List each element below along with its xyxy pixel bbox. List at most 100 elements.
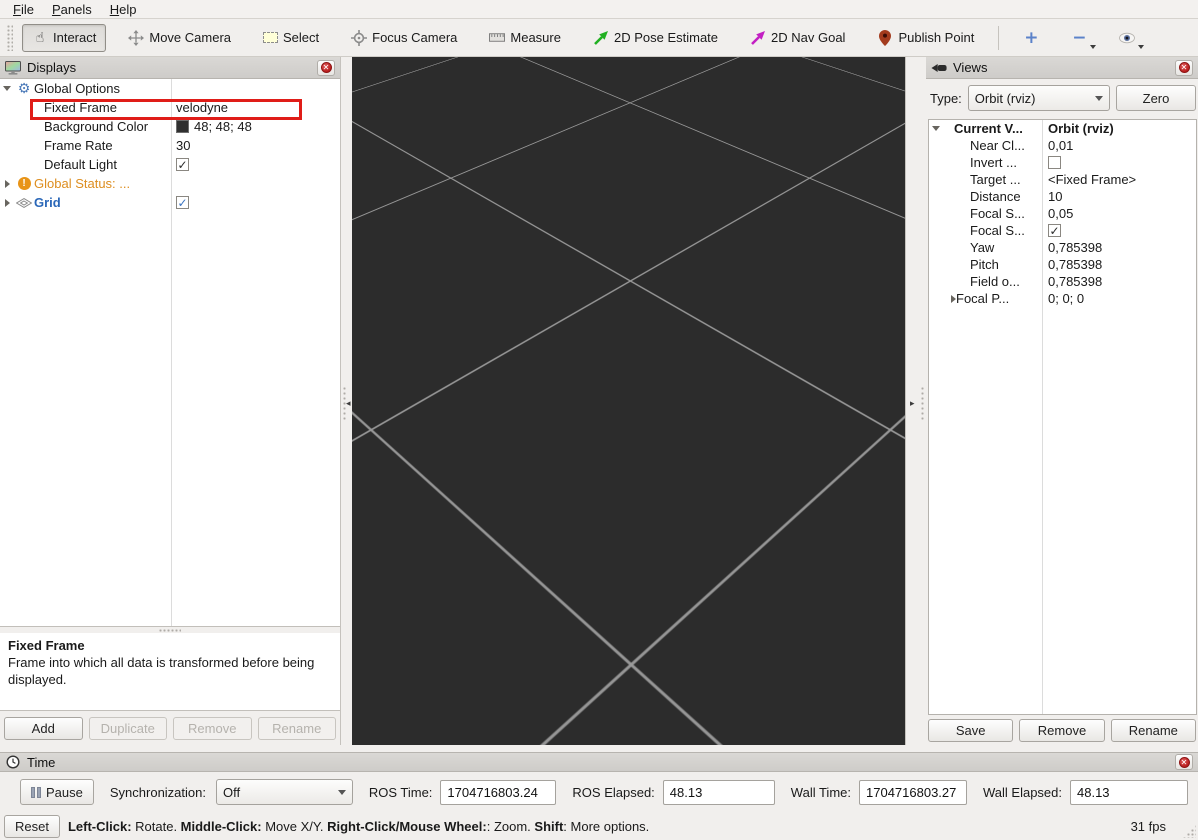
- tree-row-global-status[interactable]: ! Global Status: ...: [0, 174, 340, 193]
- close-icon: ✕: [1179, 757, 1190, 768]
- collapse-left-icon[interactable]: ◂: [346, 398, 351, 409]
- view-row-target-frame[interactable]: Target ... <Fixed Frame>: [929, 171, 1196, 188]
- view-row-current-view[interactable]: Current V... Orbit (rviz): [929, 120, 1196, 137]
- render-viewport[interactable]: [352, 57, 905, 745]
- view-type-dropdown[interactable]: Orbit (rviz): [968, 85, 1110, 111]
- status-bar: Reset Left-Click: Rotate. Middle-Click: …: [0, 812, 1198, 840]
- chevron-down-icon: [1095, 96, 1103, 101]
- view-row-invert-z[interactable]: Invert ... ✓: [929, 154, 1196, 171]
- invert-z-checkbox[interactable]: ✓: [1048, 156, 1061, 169]
- default-light-checkbox[interactable]: ✓: [176, 158, 189, 171]
- menu-file[interactable]: File: [4, 1, 43, 18]
- ros-elapsed-input[interactable]: [663, 780, 775, 805]
- measure-tool-button[interactable]: Measure: [479, 24, 571, 52]
- menu-help[interactable]: Help: [101, 1, 146, 18]
- close-icon: ✕: [1179, 62, 1190, 73]
- tree-row-default-light[interactable]: Default Light ✓: [0, 155, 340, 174]
- plus-icon: +: [1023, 30, 1039, 46]
- close-icon: ✕: [321, 62, 332, 73]
- mouse-help-text: Left-Click: Rotate. Middle-Click: Move X…: [68, 819, 649, 834]
- reset-button[interactable]: Reset: [4, 815, 60, 838]
- focal-shape-checkbox[interactable]: ✓: [1048, 224, 1061, 237]
- fixed-frame-value[interactable]: velodyne: [176, 100, 228, 115]
- grid-plane: [352, 57, 905, 281]
- views-remove-button[interactable]: Remove: [1019, 719, 1104, 742]
- rviz-window: File Panels Help ☝ Interact Move Camera …: [0, 0, 1198, 840]
- ros-elapsed-label: ROS Elapsed:: [572, 785, 654, 800]
- publish-point-tool-button[interactable]: Publish Point: [867, 24, 984, 52]
- duplicate-button[interactable]: Duplicate: [89, 717, 168, 740]
- pose-estimate-tool-button[interactable]: 2D Pose Estimate: [583, 24, 728, 52]
- displays-icon: [5, 60, 21, 76]
- save-button[interactable]: Save: [928, 719, 1013, 742]
- hand-icon: ☝: [32, 30, 48, 46]
- views-close-button[interactable]: ✕: [1175, 60, 1193, 76]
- view-row-focal-shape-size[interactable]: Focal S... 0,05: [929, 205, 1196, 222]
- time-close-button[interactable]: ✕: [1175, 754, 1193, 770]
- remove-button[interactable]: Remove: [173, 717, 252, 740]
- view-type-value: Orbit (rviz): [975, 91, 1036, 106]
- menu-panels[interactable]: Panels: [43, 1, 101, 18]
- collapse-right-icon[interactable]: ▸: [910, 398, 915, 409]
- left-splitter[interactable]: ◂: [341, 57, 352, 745]
- views-panel: Views ✕ Type: Orbit (rviz) Zero Current …: [926, 57, 1198, 745]
- add-tool-button[interactable]: +: [1013, 24, 1049, 52]
- tree-row-global-options[interactable]: ⚙ Global Options: [0, 79, 340, 98]
- warning-icon: !: [18, 177, 31, 190]
- collapse-arrow-icon[interactable]: [5, 199, 10, 207]
- rename-button[interactable]: Rename: [258, 717, 337, 740]
- tree-row-frame-rate[interactable]: Frame Rate 30: [0, 136, 340, 155]
- view-row-field-of-view[interactable]: Field o... 0,785398: [929, 273, 1196, 290]
- select-icon: [263, 32, 278, 43]
- view-row-near-clip[interactable]: Near Cl... 0,01: [929, 137, 1196, 154]
- expand-arrow-icon[interactable]: [3, 86, 11, 91]
- add-button[interactable]: Add: [4, 717, 83, 740]
- chevron-down-icon: [338, 790, 346, 795]
- minus-icon: −: [1071, 30, 1087, 46]
- color-swatch[interactable]: [176, 120, 189, 133]
- view-row-distance[interactable]: Distance 10: [929, 188, 1196, 205]
- pause-icon: [31, 787, 41, 798]
- right-splitter[interactable]: ▸: [905, 57, 926, 745]
- view-row-pitch[interactable]: Pitch 0,785398: [929, 256, 1196, 273]
- collapse-arrow-icon[interactable]: [5, 180, 10, 188]
- pose-estimate-label: 2D Pose Estimate: [614, 30, 718, 45]
- grid-checkbox[interactable]: ✓: [176, 196, 189, 209]
- displays-close-button[interactable]: ✕: [317, 60, 335, 76]
- view-row-yaw[interactable]: Yaw 0,785398: [929, 239, 1196, 256]
- interact-label: Interact: [53, 30, 96, 45]
- tool-visibility-button[interactable]: [1109, 24, 1145, 52]
- wall-elapsed-input[interactable]: [1070, 780, 1188, 805]
- tree-row-background-color[interactable]: Background Color 48; 48; 48: [0, 117, 340, 136]
- wall-time-input[interactable]: [859, 780, 967, 805]
- main-area: Displays ✕ ⚙ Global Options Fixed Frame …: [0, 57, 1198, 745]
- green-arrow-icon: [593, 30, 609, 46]
- focus-camera-icon: [351, 30, 367, 46]
- sync-dropdown[interactable]: Off: [216, 779, 353, 805]
- move-camera-tool-button[interactable]: Move Camera: [118, 24, 241, 52]
- wall-time-label: Wall Time:: [791, 785, 851, 800]
- tree-row-fixed-frame[interactable]: Fixed Frame velodyne: [0, 98, 340, 117]
- tree-row-grid[interactable]: Grid ✓: [0, 193, 340, 212]
- map-pin-icon: [877, 30, 893, 46]
- focus-camera-label: Focus Camera: [372, 30, 457, 45]
- remove-tool-button[interactable]: −: [1061, 24, 1097, 52]
- focus-camera-tool-button[interactable]: Focus Camera: [341, 24, 467, 52]
- pause-button[interactable]: Pause: [20, 779, 94, 805]
- horizontal-splitter[interactable]: [0, 745, 1198, 752]
- description-title: Fixed Frame: [8, 638, 332, 655]
- time-panel-content: Pause Synchronization: Off ROS Time: ROS…: [0, 772, 1198, 812]
- wall-elapsed-label: Wall Elapsed:: [983, 785, 1062, 800]
- views-rename-button[interactable]: Rename: [1111, 719, 1196, 742]
- view-row-focal-shape-fixed[interactable]: Focal S... ✓: [929, 222, 1196, 239]
- ros-time-input[interactable]: [440, 780, 556, 805]
- eye-icon: [1119, 30, 1135, 46]
- select-tool-button[interactable]: Select: [253, 24, 329, 51]
- interact-tool-button[interactable]: ☝ Interact: [22, 24, 106, 52]
- nav-goal-tool-button[interactable]: 2D Nav Goal: [740, 24, 855, 52]
- toolbar-grip[interactable]: [7, 25, 13, 51]
- expand-arrow-icon[interactable]: [932, 126, 940, 131]
- displays-panel-title: Displays: [27, 60, 76, 75]
- zero-button[interactable]: Zero: [1116, 85, 1196, 111]
- view-row-focal-point[interactable]: Focal P... 0; 0; 0: [929, 290, 1196, 307]
